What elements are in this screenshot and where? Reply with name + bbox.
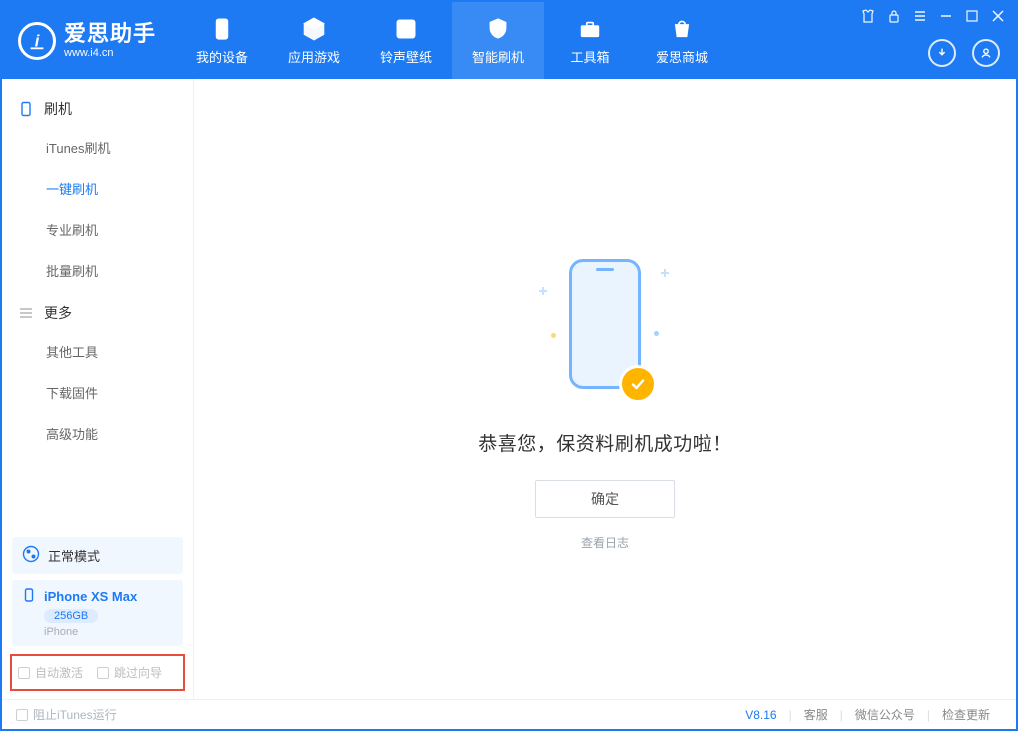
- nav-tab-toolbox[interactable]: 工具箱: [544, 2, 636, 79]
- success-title: 恭喜您，保资料刷机成功啦！: [478, 429, 732, 456]
- footer-link-update[interactable]: 检查更新: [930, 706, 1002, 723]
- phone-icon: [209, 16, 235, 42]
- checkbox-label: 跳过向导: [114, 664, 162, 681]
- checkbox-skip-guide[interactable]: 跳过向导: [97, 664, 162, 681]
- menu-icon[interactable]: [912, 8, 928, 24]
- cube-icon: [301, 16, 327, 42]
- checkbox-icon: [18, 667, 30, 679]
- device-icon: [18, 101, 34, 117]
- phone-small-icon: [22, 588, 36, 605]
- sidebar-scroll: 刷机 iTunes刷机 一键刷机 专业刷机 批量刷机 更多 其他工具 下载固件 …: [2, 79, 193, 530]
- sidebar: 刷机 iTunes刷机 一键刷机 专业刷机 批量刷机 更多 其他工具 下载固件 …: [2, 79, 194, 699]
- sidebar-item-oneclick-flash[interactable]: 一键刷机: [2, 168, 193, 209]
- close-icon[interactable]: [990, 8, 1006, 24]
- nav-tab-mydevice[interactable]: 我的设备: [176, 2, 268, 79]
- dot-icon: [551, 333, 556, 338]
- app-title: 爱思助手: [64, 22, 156, 46]
- shop-icon: [669, 16, 695, 42]
- app-window: i 爱思助手 www.i4.cn 我的设备 应用游戏 铃声壁纸 智能刷: [0, 0, 1018, 731]
- logo-text: 爱思助手 www.i4.cn: [64, 22, 156, 58]
- sidebar-item-advanced[interactable]: 高级功能: [2, 413, 193, 454]
- group-label: 更多: [44, 303, 72, 323]
- view-log-link[interactable]: 查看日志: [581, 534, 629, 551]
- device-name: iPhone XS Max: [44, 589, 137, 604]
- nav-tabs: 我的设备 应用游戏 铃声壁纸 智能刷机 工具箱 爱思商城: [176, 2, 728, 79]
- group-label: 刷机: [44, 99, 72, 119]
- shield-refresh-icon: [485, 16, 511, 42]
- main-content: 恭喜您，保资料刷机成功啦！ 确定 查看日志: [194, 79, 1016, 699]
- header: i 爱思助手 www.i4.cn 我的设备 应用游戏 铃声壁纸 智能刷: [2, 2, 1016, 79]
- window-controls-top: [860, 8, 1006, 24]
- sparkle-icon: [539, 287, 547, 295]
- checkbox-icon: [97, 667, 109, 679]
- nav-tab-ringtones[interactable]: 铃声壁纸: [360, 2, 452, 79]
- mode-box[interactable]: 正常模式: [12, 537, 183, 574]
- device-row: iPhone XS Max: [22, 588, 173, 605]
- sidebar-group-more: 更多: [2, 291, 193, 331]
- sidebar-item-batch-flash[interactable]: 批量刷机: [2, 250, 193, 291]
- sidebar-bottom: 正常模式 iPhone XS Max 256GB iPhone 自动激活: [2, 530, 193, 699]
- nav-label: 爱思商城: [656, 47, 708, 66]
- success-illustration: [535, 259, 675, 409]
- sidebar-group-flash: 刷机: [2, 87, 193, 127]
- device-storage-badge: 256GB: [44, 609, 98, 623]
- header-actions: [928, 39, 1000, 67]
- highlighted-checkbox-bar: 自动激活 跳过向导: [10, 654, 185, 691]
- checkbox-auto-activate[interactable]: 自动激活: [18, 664, 83, 681]
- body: 刷机 iTunes刷机 一键刷机 专业刷机 批量刷机 更多 其他工具 下载固件 …: [2, 79, 1016, 699]
- nav-label: 我的设备: [196, 47, 248, 66]
- checkbox-label: 阻止iTunes运行: [33, 706, 117, 723]
- device-box[interactable]: iPhone XS Max 256GB iPhone: [12, 580, 183, 646]
- mode-icon: [22, 545, 40, 566]
- list-icon: [18, 305, 34, 321]
- sidebar-item-download-fw[interactable]: 下载固件: [2, 372, 193, 413]
- minimize-icon[interactable]: [938, 8, 954, 24]
- download-button[interactable]: [928, 39, 956, 67]
- logo-icon: i: [18, 22, 56, 60]
- check-circle-icon: [619, 365, 657, 403]
- checkbox-label: 自动激活: [35, 664, 83, 681]
- nav-tab-shop[interactable]: 爱思商城: [636, 2, 728, 79]
- user-button[interactable]: [972, 39, 1000, 67]
- device-type: iPhone: [44, 626, 173, 638]
- version-label: V8.16: [745, 708, 776, 722]
- logo-block: i 爱思助手 www.i4.cn: [2, 2, 176, 79]
- maximize-icon[interactable]: [964, 8, 980, 24]
- sidebar-item-other-tools[interactable]: 其他工具: [2, 331, 193, 372]
- nav-label: 应用游戏: [288, 47, 340, 66]
- ok-button[interactable]: 确定: [535, 480, 675, 518]
- checkbox-icon: [16, 709, 28, 721]
- nav-label: 智能刷机: [472, 47, 524, 66]
- footer-link-wechat[interactable]: 微信公众号: [843, 706, 927, 723]
- toolbox-icon: [577, 16, 603, 42]
- nav-label: 铃声壁纸: [380, 47, 432, 66]
- nav-tab-flash[interactable]: 智能刷机: [452, 2, 544, 79]
- nav-tab-apps[interactable]: 应用游戏: [268, 2, 360, 79]
- music-note-icon: [393, 16, 419, 42]
- app-subtitle: www.i4.cn: [64, 47, 156, 59]
- sidebar-item-itunes-flash[interactable]: iTunes刷机: [2, 127, 193, 168]
- shirt-icon[interactable]: [860, 8, 876, 24]
- footer-link-support[interactable]: 客服: [792, 706, 840, 723]
- footer-links: 客服 | 微信公众号 | 检查更新: [792, 706, 1002, 723]
- checkbox-block-itunes[interactable]: 阻止iTunes运行: [16, 706, 117, 723]
- nav-label: 工具箱: [571, 47, 610, 66]
- sparkle-icon: [661, 269, 669, 277]
- footer: 阻止iTunes运行 V8.16 | 客服 | 微信公众号 | 检查更新: [2, 699, 1016, 729]
- dot-icon: [654, 331, 659, 336]
- mode-label: 正常模式: [48, 546, 100, 565]
- sidebar-item-pro-flash[interactable]: 专业刷机: [2, 209, 193, 250]
- lock-icon[interactable]: [886, 8, 902, 24]
